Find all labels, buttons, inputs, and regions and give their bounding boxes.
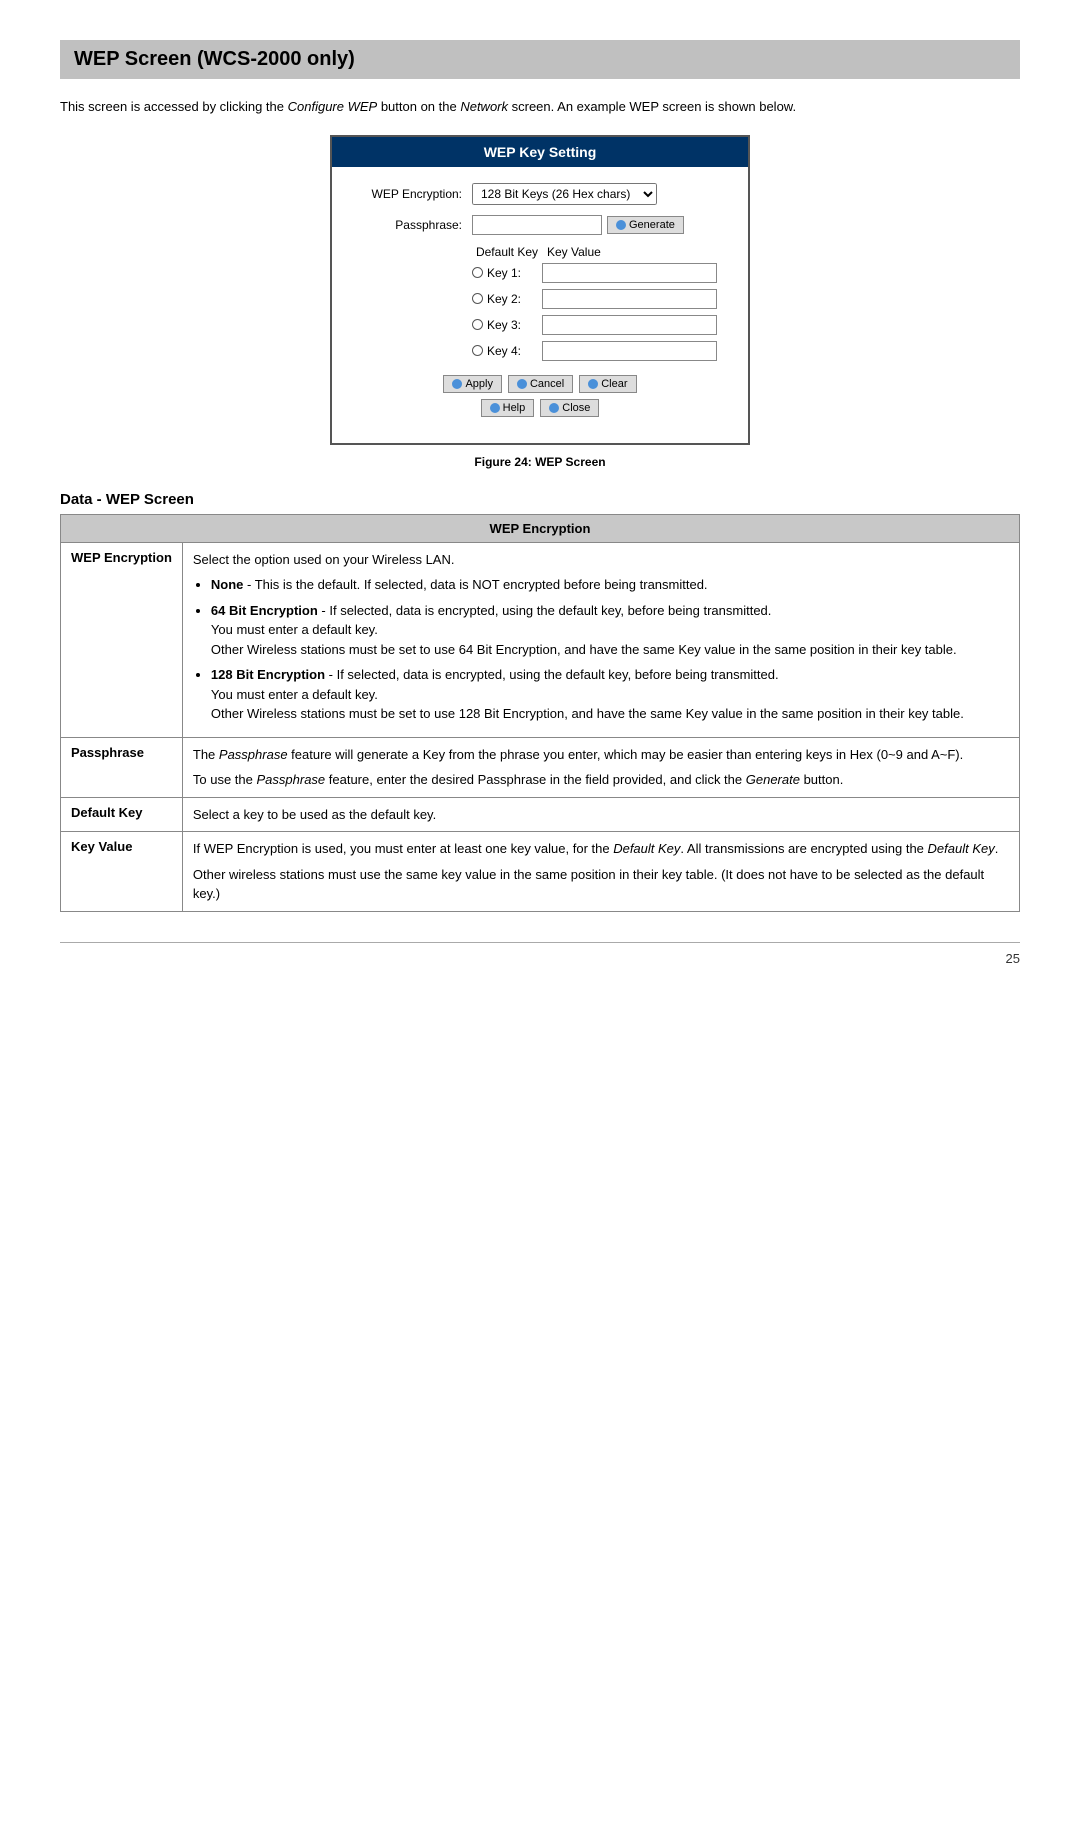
wep-dialog-body: WEP Encryption: 128 Bit Keys (26 Hex cha… bbox=[332, 167, 748, 443]
bullet-64bit: 64 Bit Encryption - If selected, data is… bbox=[211, 601, 1009, 660]
default-key-row-label: Default Key bbox=[61, 797, 183, 832]
key1-input[interactable] bbox=[542, 263, 717, 283]
key-value-row-content: If WEP Encryption is used, you must ente… bbox=[182, 832, 1019, 912]
help-label: Help bbox=[503, 402, 526, 414]
passphrase-value: Generate bbox=[472, 215, 684, 235]
wep-encryption-select[interactable]: 128 Bit Keys (26 Hex chars) bbox=[472, 183, 657, 205]
key4-label-container: Key 4: bbox=[472, 344, 542, 358]
table-row: WEP Encryption Select the option used on… bbox=[61, 542, 1020, 737]
table-row: Key Value If WEP Encryption is used, you… bbox=[61, 832, 1020, 912]
key3-label-container: Key 3: bbox=[472, 318, 542, 332]
clear-icon bbox=[588, 379, 598, 389]
generate-icon bbox=[616, 220, 626, 230]
key-row-4: Key 4: bbox=[472, 341, 728, 361]
wep-dialog-header: WEP Key Setting bbox=[332, 137, 748, 167]
data-section-title: Data - WEP Screen bbox=[60, 491, 1020, 508]
wep-encryption-label: WEP Encryption: bbox=[352, 187, 462, 201]
help-button[interactable]: Help bbox=[481, 399, 535, 417]
passphrase-row-label: Passphrase bbox=[61, 737, 183, 797]
generate-label: Generate bbox=[629, 219, 675, 231]
table-header-cell: WEP Encryption bbox=[61, 514, 1020, 542]
page-number: 25 bbox=[1006, 951, 1020, 966]
passphrase-label: Passphrase: bbox=[352, 218, 462, 232]
key2-label: Key 2: bbox=[487, 292, 521, 306]
close-icon bbox=[549, 403, 559, 413]
wep-encryption-bullets: None - This is the default. If selected,… bbox=[211, 575, 1009, 724]
passphrase-input[interactable] bbox=[472, 215, 602, 235]
key2-radio[interactable] bbox=[472, 293, 483, 304]
help-icon bbox=[490, 403, 500, 413]
key-table-header: Default Key Key Value bbox=[472, 245, 728, 259]
wep-dialog: WEP Key Setting WEP Encryption: 128 Bit … bbox=[330, 135, 750, 445]
key-value-para2: Other wireless stations must use the sam… bbox=[193, 865, 1009, 904]
table-row: Default Key Select a key to be used as t… bbox=[61, 797, 1020, 832]
key4-input[interactable] bbox=[542, 341, 717, 361]
page-footer: 25 bbox=[60, 942, 1020, 966]
key2-input[interactable] bbox=[542, 289, 717, 309]
page-title-bar: WEP Screen (WCS-2000 only) bbox=[60, 40, 1020, 79]
passphrase-row: Passphrase: Generate bbox=[352, 215, 728, 235]
key4-label: Key 4: bbox=[487, 344, 521, 358]
key-value-row-label: Key Value bbox=[61, 832, 183, 912]
clear-button[interactable]: Clear bbox=[579, 375, 636, 393]
key-row-1: Key 1: bbox=[472, 263, 728, 283]
intro-text-end: screen. An example WEP screen is shown b… bbox=[508, 99, 796, 114]
intro-italic2: Network bbox=[460, 99, 508, 114]
passphrase-row-content: The Passphrase feature will generate a K… bbox=[182, 737, 1019, 797]
default-key-para: Select a key to be used as the default k… bbox=[193, 805, 1009, 825]
key1-label: Key 1: bbox=[487, 266, 521, 280]
dialog-buttons-row2: Help Close bbox=[352, 399, 728, 417]
cancel-button[interactable]: Cancel bbox=[508, 375, 573, 393]
apply-icon bbox=[452, 379, 462, 389]
wep-encryption-intro: Select the option used on your Wireless … bbox=[193, 550, 1009, 570]
intro-text-middle: button on the bbox=[377, 99, 460, 114]
passphrase-para2: To use the Passphrase feature, enter the… bbox=[193, 770, 1009, 790]
cancel-icon bbox=[517, 379, 527, 389]
key3-input[interactable] bbox=[542, 315, 717, 335]
bullet-none: None - This is the default. If selected,… bbox=[211, 575, 1009, 595]
wep-encryption-row-label: WEP Encryption bbox=[61, 542, 183, 737]
wep-encryption-value: 128 Bit Keys (26 Hex chars) bbox=[472, 183, 657, 205]
generate-button[interactable]: Generate bbox=[607, 216, 684, 234]
intro-paragraph: This screen is accessed by clicking the … bbox=[60, 97, 1020, 117]
wep-encryption-row: WEP Encryption: 128 Bit Keys (26 Hex cha… bbox=[352, 183, 728, 205]
bullet-128bit: 128 Bit Encryption - If selected, data i… bbox=[211, 665, 1009, 724]
key1-label-container: Key 1: bbox=[472, 266, 542, 280]
default-key-row-content: Select a key to be used as the default k… bbox=[182, 797, 1019, 832]
key3-radio[interactable] bbox=[472, 319, 483, 330]
col-default-key-label: Default Key bbox=[472, 245, 542, 259]
passphrase-para1: The Passphrase feature will generate a K… bbox=[193, 745, 1009, 765]
page-title: WEP Screen (WCS-2000 only) bbox=[74, 48, 1006, 71]
key2-label-container: Key 2: bbox=[472, 292, 542, 306]
apply-label: Apply bbox=[465, 378, 493, 390]
key1-radio[interactable] bbox=[472, 267, 483, 278]
table-header-row: WEP Encryption bbox=[61, 514, 1020, 542]
table-row: Passphrase The Passphrase feature will g… bbox=[61, 737, 1020, 797]
key-row-2: Key 2: bbox=[472, 289, 728, 309]
clear-label: Clear bbox=[601, 378, 627, 390]
intro-italic1: Configure WEP bbox=[288, 99, 378, 114]
key3-label: Key 3: bbox=[487, 318, 521, 332]
data-table: WEP Encryption WEP Encryption Select the… bbox=[60, 514, 1020, 912]
wep-encryption-row-content: Select the option used on your Wireless … bbox=[182, 542, 1019, 737]
key-value-para1: If WEP Encryption is used, you must ente… bbox=[193, 839, 1009, 859]
close-button[interactable]: Close bbox=[540, 399, 599, 417]
key-row-3: Key 3: bbox=[472, 315, 728, 335]
dialog-buttons-row1: Apply Cancel Clear bbox=[352, 375, 728, 393]
apply-button[interactable]: Apply bbox=[443, 375, 502, 393]
col-key-value-label: Key Value bbox=[547, 245, 601, 259]
intro-text-before: This screen is accessed by clicking the bbox=[60, 99, 288, 114]
close-label: Close bbox=[562, 402, 590, 414]
key4-radio[interactable] bbox=[472, 345, 483, 356]
cancel-label: Cancel bbox=[530, 378, 564, 390]
figure-caption: Figure 24: WEP Screen bbox=[60, 455, 1020, 469]
